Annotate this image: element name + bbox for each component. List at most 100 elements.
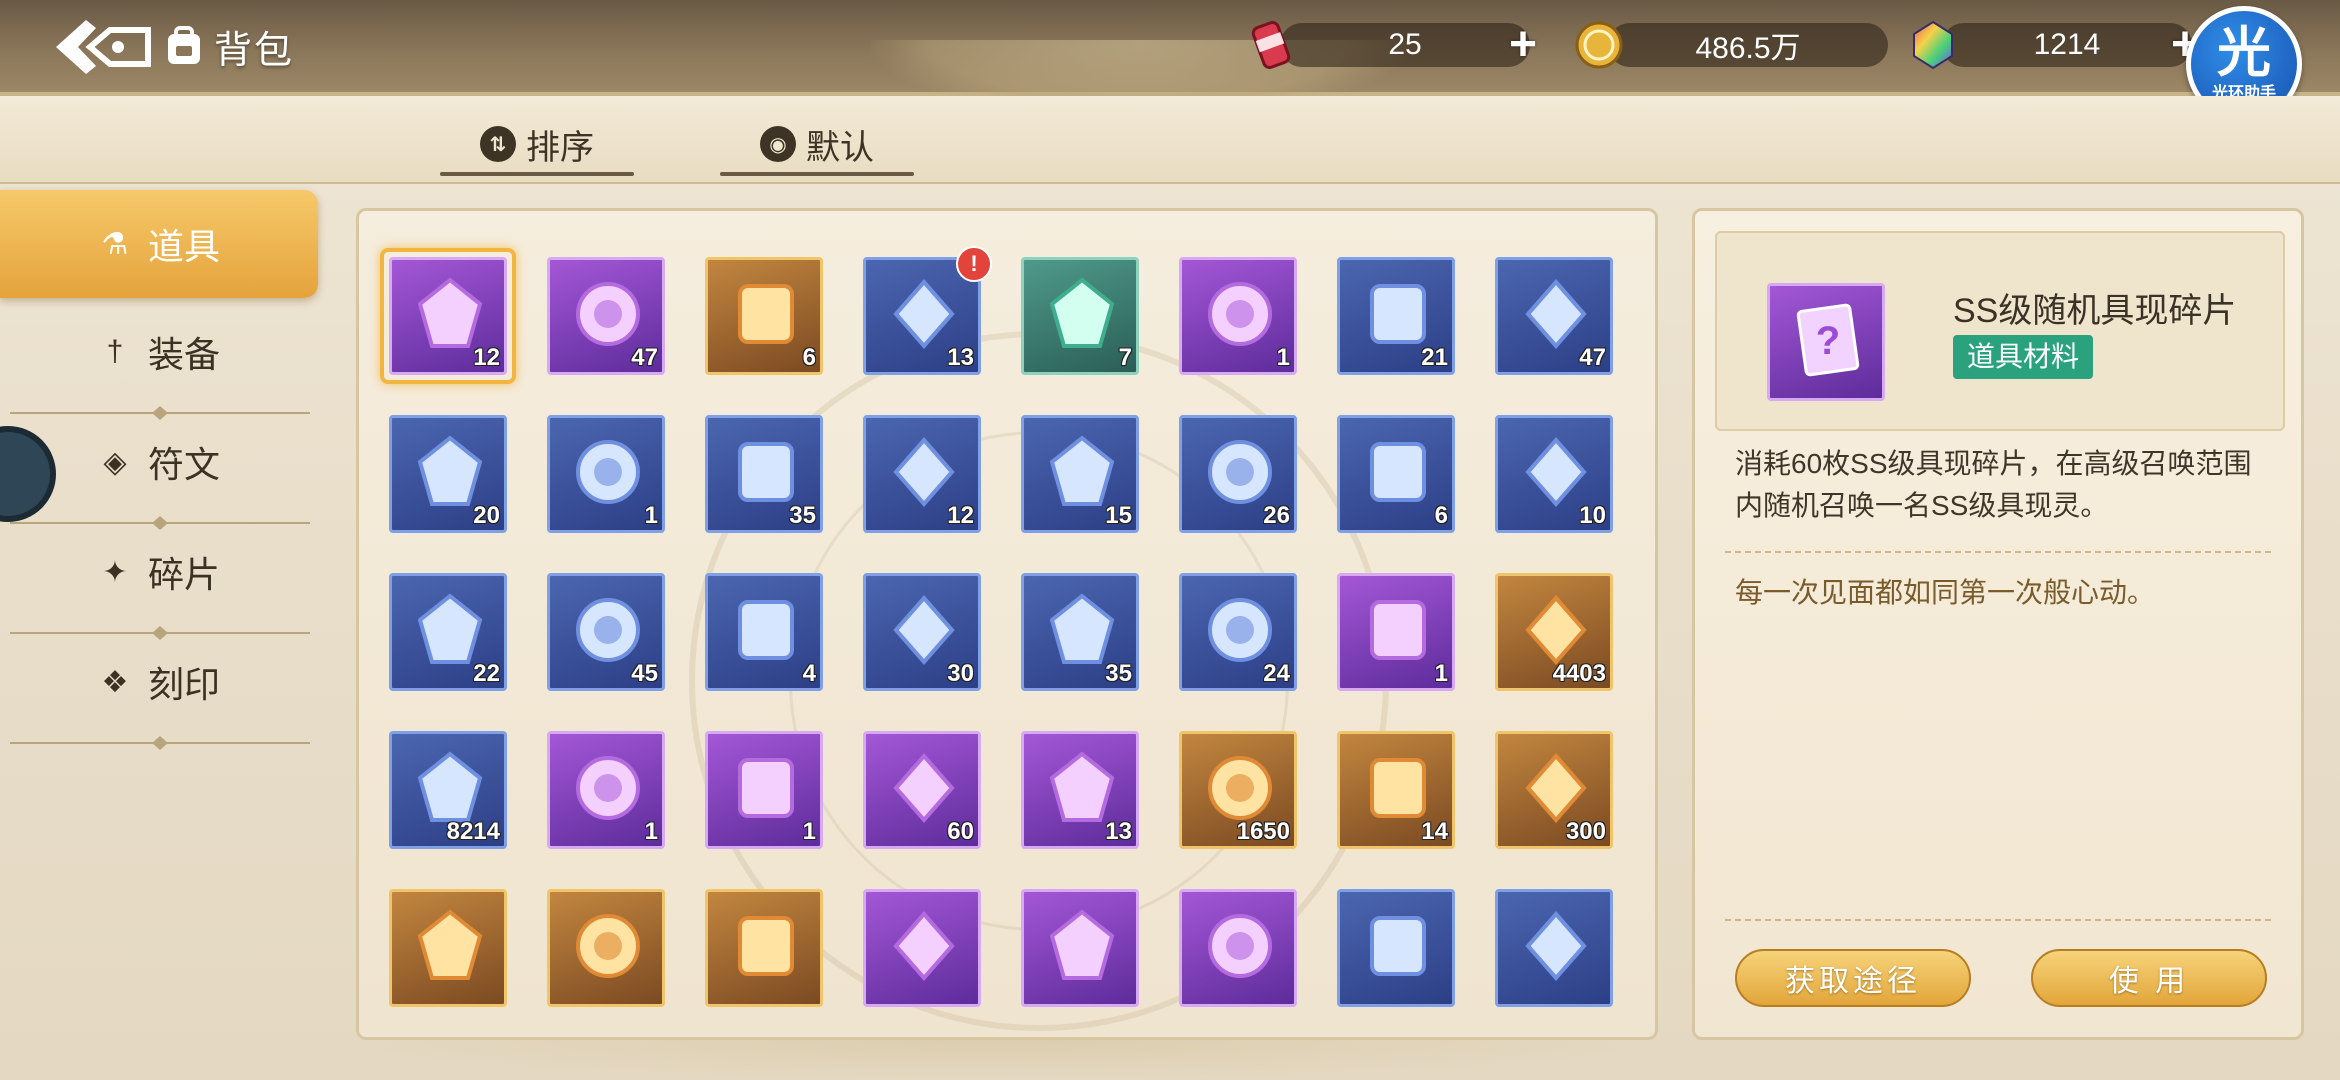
- tab-runes[interactable]: ◈ 符文: [0, 408, 318, 516]
- item-quantity: 4: [802, 660, 816, 687]
- inventory-slot[interactable]: [863, 889, 981, 1007]
- umbrella-icon: [417, 593, 483, 664]
- arcane-orb-icon: [738, 916, 794, 976]
- inventory-slot[interactable]: [1021, 889, 1139, 1007]
- item-quantity: 1: [802, 818, 816, 845]
- golden-apple-icon: [1525, 436, 1587, 508]
- back-arrow-icon: [56, 20, 151, 74]
- tab-shards-label: 碎片: [147, 554, 220, 595]
- tab-runes-label: 符文: [147, 444, 220, 485]
- inventory-slot[interactable]: 1: [705, 731, 823, 849]
- tab-seals-label: 刻印: [147, 664, 220, 705]
- inventory-slot[interactable]: 1: [547, 415, 665, 533]
- inventory-slot[interactable]: 30: [863, 573, 981, 691]
- helper-glyph: 光: [2217, 23, 2271, 83]
- inventory-slot[interactable]: 4403: [1495, 573, 1613, 691]
- item-detail-panel: ? SS级随机具现碎片 道具材料 消耗60枚SS级具现碎片，在高级召唤范围内随机…: [1692, 208, 2304, 1040]
- inventory-slot[interactable]: 47: [1495, 257, 1613, 375]
- sort-bar: ⇅ 排序 ◉ 默认: [0, 96, 2340, 184]
- seal-icon: ❖: [101, 665, 129, 699]
- inventory-slot[interactable]: 12: [863, 415, 981, 533]
- inventory-slot[interactable]: 60: [863, 731, 981, 849]
- tab-equipment[interactable]: † 装备: [0, 298, 318, 406]
- inventory-slot[interactable]: 47: [547, 257, 665, 375]
- item-quantity: 13: [1105, 818, 1132, 845]
- page-title-group: 背包: [162, 18, 294, 74]
- orange-potion-icon: [893, 436, 955, 508]
- robot-pet-icon: [1208, 282, 1272, 346]
- item-quantity: 14: [1421, 818, 1448, 845]
- default-underline: [720, 172, 914, 176]
- inventory-grid-panel[interactable]: 12 47 6 13! 7 1 21 47 20 1 35 12 15 26 6 10 22 45 4 30 35 24 1…: [356, 208, 1658, 1040]
- inventory-slot[interactable]: [547, 889, 665, 1007]
- gem-value: 1214: [2033, 28, 2101, 61]
- gray-stone-icon: [1525, 278, 1587, 350]
- blue-chip-icon: [1370, 600, 1426, 660]
- category-sidebar: ⚗ 道具 † 装备 ◈ 符文 ✦ 碎片 ❖ 刻印: [0, 190, 320, 750]
- inventory-slot[interactable]: 14: [1337, 731, 1455, 849]
- inventory-slot[interactable]: 12: [380, 248, 516, 384]
- lighter-icon: [576, 598, 640, 662]
- backpack-icon: [168, 26, 200, 64]
- inventory-slot[interactable]: 6: [1337, 415, 1455, 533]
- item-quantity: 1: [1276, 344, 1290, 371]
- inventory-slot[interactable]: 10: [1495, 415, 1613, 533]
- inventory-slot[interactable]: [1337, 889, 1455, 1007]
- inventory-slot[interactable]: [705, 889, 823, 1007]
- default-label: 默认: [806, 128, 874, 167]
- inventory-slot[interactable]: 22: [389, 573, 507, 691]
- use-item-button[interactable]: 使 用: [2031, 949, 2267, 1007]
- inventory-slot[interactable]: [1179, 889, 1297, 1007]
- grain-pile-icon: [1208, 440, 1272, 504]
- item-quantity: 4403: [1552, 660, 1606, 687]
- inventory-slot[interactable]: 26: [1179, 415, 1297, 533]
- item-quantity: 1: [644, 502, 658, 529]
- add-stamina-button[interactable]: +: [1500, 21, 1546, 69]
- blue-swirl-orb-icon: [1525, 910, 1587, 982]
- inventory-slot[interactable]: 45: [547, 573, 665, 691]
- dynamite-bundle-icon: [1370, 758, 1426, 818]
- tab-seals[interactable]: ❖ 刻印: [0, 628, 318, 736]
- inventory-slot[interactable]: 1: [1179, 257, 1297, 375]
- currency-stamina: 25 +: [1244, 20, 1546, 70]
- alert-badge-icon: !: [956, 246, 992, 282]
- inventory-slot[interactable]: 8214: [389, 731, 507, 849]
- tab-shards[interactable]: ✦ 碎片: [0, 518, 318, 626]
- back-button[interactable]: [52, 16, 152, 78]
- inventory-slot[interactable]: 6: [705, 257, 823, 375]
- item-quantity: 60: [947, 818, 974, 845]
- inventory-slot[interactable]: 15: [1021, 415, 1139, 533]
- inventory-slot[interactable]: 13!: [863, 246, 992, 375]
- inventory-slot[interactable]: 35: [1021, 573, 1139, 691]
- tab-items[interactable]: ⚗ 道具: [0, 190, 318, 298]
- item-quantity: 21: [1421, 344, 1448, 371]
- inventory-slot[interactable]: 1650: [1179, 731, 1297, 849]
- tab-items-label: 道具: [147, 226, 220, 267]
- inventory-slot[interactable]: 35: [705, 415, 823, 533]
- inventory-slot[interactable]: [389, 889, 507, 1007]
- inventory-slot[interactable]: [1495, 889, 1613, 1007]
- inventory-slot[interactable]: 7: [1021, 257, 1139, 375]
- medal-icon: [1049, 593, 1115, 664]
- shard-icon: ✦: [102, 555, 128, 589]
- inventory-slot[interactable]: 21: [1337, 257, 1455, 375]
- item-quantity: 47: [631, 344, 658, 371]
- svg-text:?: ?: [1816, 319, 1840, 363]
- default-order-button[interactable]: ◉ 默认: [720, 114, 914, 176]
- inventory-slot[interactable]: 20: [389, 415, 507, 533]
- inventory-slot[interactable]: 4: [705, 573, 823, 691]
- teapot-icon: [1049, 435, 1115, 506]
- obtain-source-button[interactable]: 获取途径: [1735, 949, 1971, 1007]
- ticket-card-icon: [1049, 751, 1115, 822]
- item-quantity: 15: [1105, 502, 1132, 529]
- inventory-slot[interactable]: 13: [1021, 731, 1139, 849]
- currency-gem: 1214 +: [1906, 20, 2208, 70]
- inventory-slot[interactable]: 1: [547, 731, 665, 849]
- inventory-slot[interactable]: 24: [1179, 573, 1297, 691]
- blue-pyramid-icon: [1208, 756, 1272, 820]
- sort-button[interactable]: ⇅ 排序: [440, 114, 634, 176]
- inventory-slot[interactable]: 300: [1495, 731, 1613, 849]
- sort-label: 排序: [526, 128, 594, 167]
- inventory-slot[interactable]: 1: [1337, 573, 1455, 691]
- item-quantity: 7: [1118, 344, 1132, 371]
